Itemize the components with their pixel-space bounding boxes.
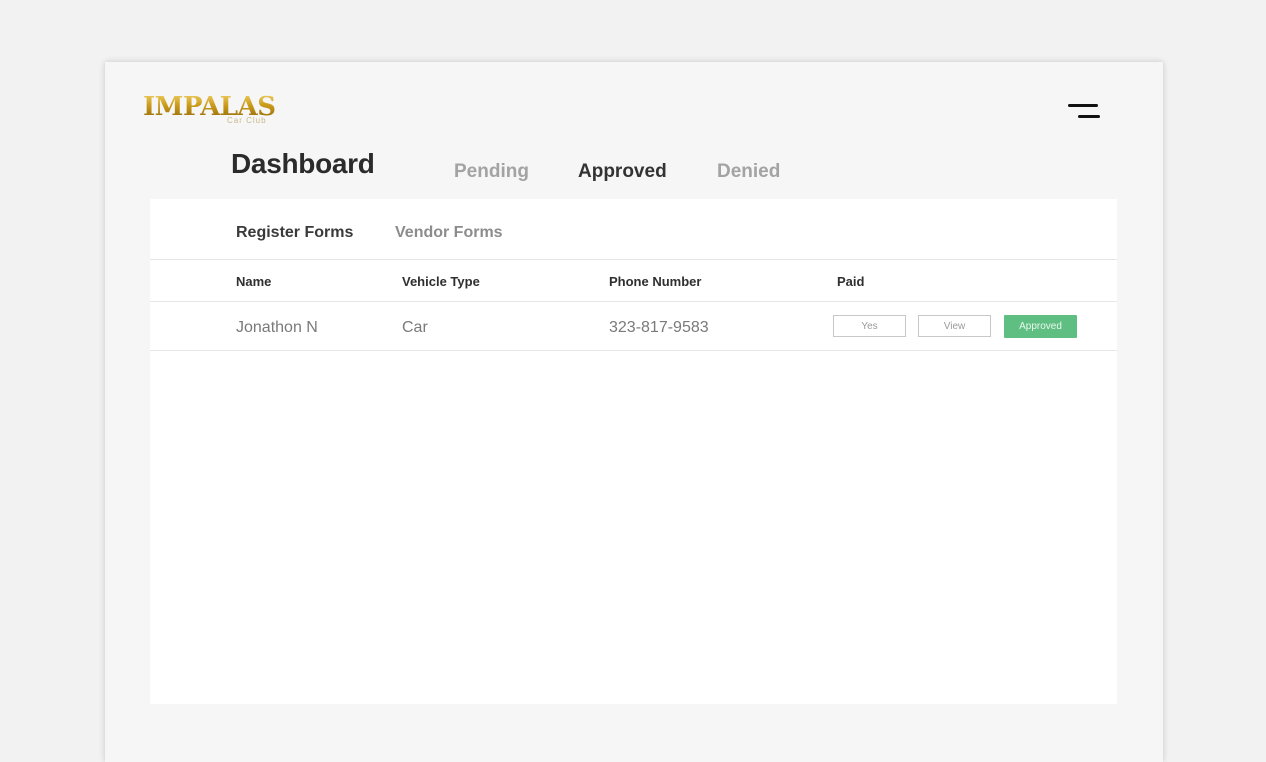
row-divider	[150, 350, 1117, 351]
tabs-divider	[150, 259, 1117, 260]
page-title: Dashboard	[231, 148, 375, 179]
paid-yes-button[interactable]: Yes	[833, 315, 906, 337]
tab-register-forms[interactable]: Register Forms	[236, 224, 353, 242]
impalas-logo[interactable]: IMPALAS Car Club	[143, 92, 313, 132]
tab-approved[interactable]: Approved	[578, 161, 667, 183]
header-divider	[150, 301, 1117, 302]
tab-denied[interactable]: Denied	[717, 161, 780, 183]
cell-vehicle-type: Car	[402, 319, 428, 336]
column-header-paid: Paid	[837, 274, 865, 289]
view-button[interactable]: View	[918, 315, 991, 337]
menu-bar-top	[1068, 104, 1098, 107]
forms-panel: Register Forms Vendor Forms Name Vehicle…	[150, 199, 1117, 704]
hamburger-menu-icon[interactable]	[1068, 104, 1102, 120]
logo-subtext: Car Club	[227, 116, 267, 125]
status-badge[interactable]: Approved	[1004, 315, 1077, 338]
tab-pending[interactable]: Pending	[454, 161, 529, 183]
cell-phone-number: 323-817-9583	[609, 319, 709, 336]
column-header-phone-number: Phone Number	[609, 274, 702, 289]
menu-bar-bottom	[1078, 115, 1100, 118]
column-header-name: Name	[236, 274, 272, 289]
app-window: IMPALAS Car Club Dashboard Pending Appro…	[105, 62, 1163, 762]
tab-vendor-forms[interactable]: Vendor Forms	[395, 224, 503, 242]
column-header-vehicle-type: Vehicle Type	[402, 274, 480, 289]
cell-name: Jonathon N	[236, 319, 318, 336]
